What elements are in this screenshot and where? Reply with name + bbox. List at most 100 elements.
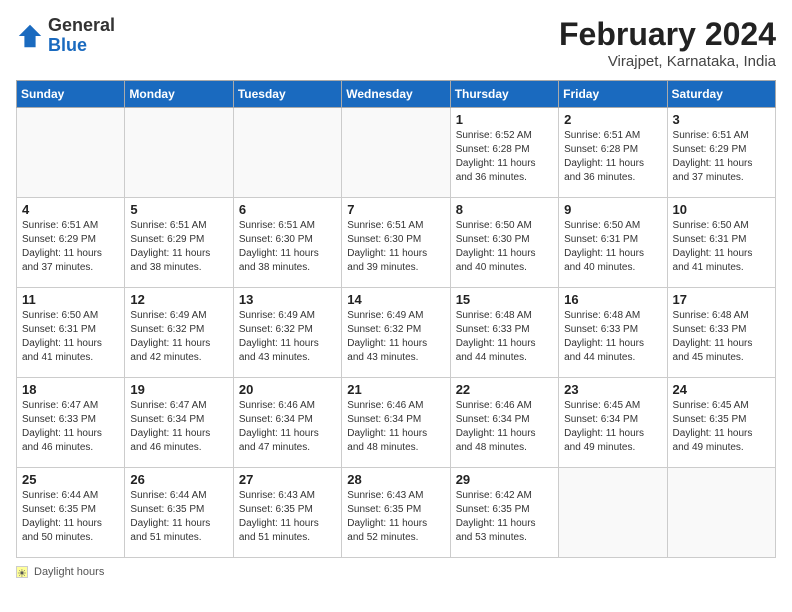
daylight-icon: ☀: [16, 566, 28, 578]
day-number: 18: [22, 382, 119, 397]
day-number: 4: [22, 202, 119, 217]
day-info: Sunrise: 6:42 AM Sunset: 6:35 PM Dayligh…: [456, 489, 553, 545]
day-info: Sunrise: 6:51 AM Sunset: 6:29 PM Dayligh…: [22, 219, 119, 275]
day-number: 13: [239, 292, 336, 307]
calendar-cell: 14 Sunrise: 6:49 AM Sunset: 6:32 PM Dayli…: [342, 288, 450, 378]
calendar-cell: 6Sunrise: 6:51 AM Sunset: 6:30 PM Daylig…: [233, 198, 341, 288]
header-saturday: Saturday: [667, 81, 775, 108]
day-number: 10: [673, 202, 770, 217]
main-title: February 2024: [559, 16, 776, 53]
day-info: Sunrise: 6:51 AM Sunset: 6:29 PM Dayligh…: [673, 129, 770, 185]
header-tuesday: Tuesday: [233, 81, 341, 108]
day-info: Sunrise: 6:46 AM Sunset: 6:34 PM Dayligh…: [456, 399, 553, 455]
calendar-cell: 9Sunrise: 6:50 AM Sunset: 6:31 PM Daylig…: [559, 198, 667, 288]
day-number: 21: [347, 382, 444, 397]
day-info: Sunrise: 6:52 AM Sunset: 6:28 PM Dayligh…: [456, 129, 553, 185]
subtitle: Virajpet, Karnataka, India: [559, 53, 776, 70]
calendar-cell: 20Sunrise: 6:46 AM Sunset: 6:34 PM Dayli…: [233, 378, 341, 468]
day-info: Sunrise: 6:48 AM Sunset: 6:33 PM Dayligh…: [564, 309, 661, 365]
calendar-cell: 7Sunrise: 6:51 AM Sunset: 6:30 PM Daylig…: [342, 198, 450, 288]
day-number: 11: [22, 292, 119, 307]
calendar: SundayMondayTuesdayWednesdayThursdayFrid…: [16, 80, 776, 558]
day-number: 27: [239, 472, 336, 487]
day-number: 15: [456, 292, 553, 307]
calendar-cell: 13 Sunrise: 6:49 AM Sunset: 6:32 PM Dayli…: [233, 288, 341, 378]
day-info: Sunrise: 6:50 AM Sunset: 6:30 PM Dayligh…: [456, 219, 553, 275]
day-number: 1: [456, 112, 553, 127]
calendar-cell: 19 Sunrise: 6:47 AM Sunset: 6:34 PM Dayli…: [125, 378, 233, 468]
day-info: Sunrise: 6:50 AM Sunset: 6:31 PM Dayligh…: [22, 309, 119, 365]
logo-icon: [16, 22, 44, 50]
day-info: Sunrise: 6:49 AM Sunset: 6:32 PM Dayligh…: [239, 309, 336, 365]
day-info: Sunrise: 6:48 AM Sunset: 6:33 PM Dayligh…: [456, 309, 553, 365]
calendar-cell: [17, 108, 125, 198]
header-sunday: Sunday: [17, 81, 125, 108]
day-number: 17: [673, 292, 770, 307]
day-info: Sunrise: 6:49 AM Sunset: 6:32 PM Dayligh…: [130, 309, 227, 365]
footer: ☀ Daylight hours: [16, 566, 776, 578]
calendar-cell: 4 Sunrise: 6:51 AM Sunset: 6:29 PM Daylig…: [17, 198, 125, 288]
calendar-cell: 8 Sunrise: 6:50 AM Sunset: 6:30 PM Daylig…: [450, 198, 558, 288]
calendar-cell: 3 Sunrise: 6:51 AM Sunset: 6:29 PM Daylig…: [667, 108, 775, 198]
day-info: Sunrise: 6:47 AM Sunset: 6:33 PM Dayligh…: [22, 399, 119, 455]
footer-label: Daylight hours: [34, 566, 104, 578]
calendar-cell: [233, 108, 341, 198]
calendar-cell: 12 Sunrise: 6:49 AM Sunset: 6:32 PM Dayli…: [125, 288, 233, 378]
day-info: Sunrise: 6:50 AM Sunset: 6:31 PM Dayligh…: [673, 219, 770, 275]
day-number: 25: [22, 472, 119, 487]
calendar-cell: 18 Sunrise: 6:47 AM Sunset: 6:33 PM Dayli…: [17, 378, 125, 468]
day-info: Sunrise: 6:43 AM Sunset: 6:35 PM Dayligh…: [347, 489, 444, 545]
calendar-cell: 2 Sunrise: 6:51 AM Sunset: 6:28 PM Daylig…: [559, 108, 667, 198]
calendar-cell: 5Sunrise: 6:51 AM Sunset: 6:29 PM Daylig…: [125, 198, 233, 288]
calendar-cell: 10 Sunrise: 6:50 AM Sunset: 6:31 PM Dayli…: [667, 198, 775, 288]
day-number: 28: [347, 472, 444, 487]
day-number: 6: [239, 202, 336, 217]
day-number: 26: [130, 472, 227, 487]
day-number: 19: [130, 382, 227, 397]
day-number: 7: [347, 202, 444, 217]
day-number: 9: [564, 202, 661, 217]
header-wednesday: Wednesday: [342, 81, 450, 108]
day-info: Sunrise: 6:51 AM Sunset: 6:28 PM Dayligh…: [564, 129, 661, 185]
header-monday: Monday: [125, 81, 233, 108]
day-info: Sunrise: 6:43 AM Sunset: 6:35 PM Dayligh…: [239, 489, 336, 545]
day-info: Sunrise: 6:47 AM Sunset: 6:34 PM Dayligh…: [130, 399, 227, 455]
calendar-cell: 29 Sunrise: 6:42 AM Sunset: 6:35 PM Dayli…: [450, 468, 558, 558]
calendar-cell: 23Sunrise: 6:45 AM Sunset: 6:34 PM Dayli…: [559, 378, 667, 468]
calendar-cell: 28 Sunrise: 6:43 AM Sunset: 6:35 PM Dayli…: [342, 468, 450, 558]
day-number: 24: [673, 382, 770, 397]
day-info: Sunrise: 6:51 AM Sunset: 6:29 PM Dayligh…: [130, 219, 227, 275]
calendar-cell: 16Sunrise: 6:48 AM Sunset: 6:33 PM Dayli…: [559, 288, 667, 378]
day-info: Sunrise: 6:44 AM Sunset: 6:35 PM Dayligh…: [22, 489, 119, 545]
day-number: 3: [673, 112, 770, 127]
calendar-cell: [667, 468, 775, 558]
logo: General Blue: [16, 16, 115, 56]
day-number: 29: [456, 472, 553, 487]
calendar-cell: 15 Sunrise: 6:48 AM Sunset: 6:33 PM Dayli…: [450, 288, 558, 378]
calendar-cell: [559, 468, 667, 558]
day-number: 2: [564, 112, 661, 127]
calendar-cell: 24Sunrise: 6:45 AM Sunset: 6:35 PM Dayli…: [667, 378, 775, 468]
day-number: 22: [456, 382, 553, 397]
header-friday: Friday: [559, 81, 667, 108]
day-number: 14: [347, 292, 444, 307]
calendar-cell: 11 Sunrise: 6:50 AM Sunset: 6:31 PM Dayli…: [17, 288, 125, 378]
title-block: February 2024 Virajpet, Karnataka, India: [559, 16, 776, 70]
calendar-cell: [125, 108, 233, 198]
day-info: Sunrise: 6:44 AM Sunset: 6:35 PM Dayligh…: [130, 489, 227, 545]
header: General Blue February 2024 Virajpet, Kar…: [16, 16, 776, 70]
day-info: Sunrise: 6:48 AM Sunset: 6:33 PM Dayligh…: [673, 309, 770, 365]
calendar-cell: 17 Sunrise: 6:48 AM Sunset: 6:33 PM Dayli…: [667, 288, 775, 378]
day-number: 8: [456, 202, 553, 217]
calendar-cell: 21Sunrise: 6:46 AM Sunset: 6:34 PM Dayli…: [342, 378, 450, 468]
day-number: 12: [130, 292, 227, 307]
calendar-cell: 26 Sunrise: 6:44 AM Sunset: 6:35 PM Dayli…: [125, 468, 233, 558]
header-thursday: Thursday: [450, 81, 558, 108]
calendar-cell: 25 Sunrise: 6:44 AM Sunset: 6:35 PM Dayli…: [17, 468, 125, 558]
day-info: Sunrise: 6:49 AM Sunset: 6:32 PM Dayligh…: [347, 309, 444, 365]
day-number: 23: [564, 382, 661, 397]
logo-text: General Blue: [48, 16, 115, 56]
calendar-cell: 27 Sunrise: 6:43 AM Sunset: 6:35 PM Dayli…: [233, 468, 341, 558]
day-number: 20: [239, 382, 336, 397]
calendar-cell: 1 Sunrise: 6:52 AM Sunset: 6:28 PM Daylig…: [450, 108, 558, 198]
